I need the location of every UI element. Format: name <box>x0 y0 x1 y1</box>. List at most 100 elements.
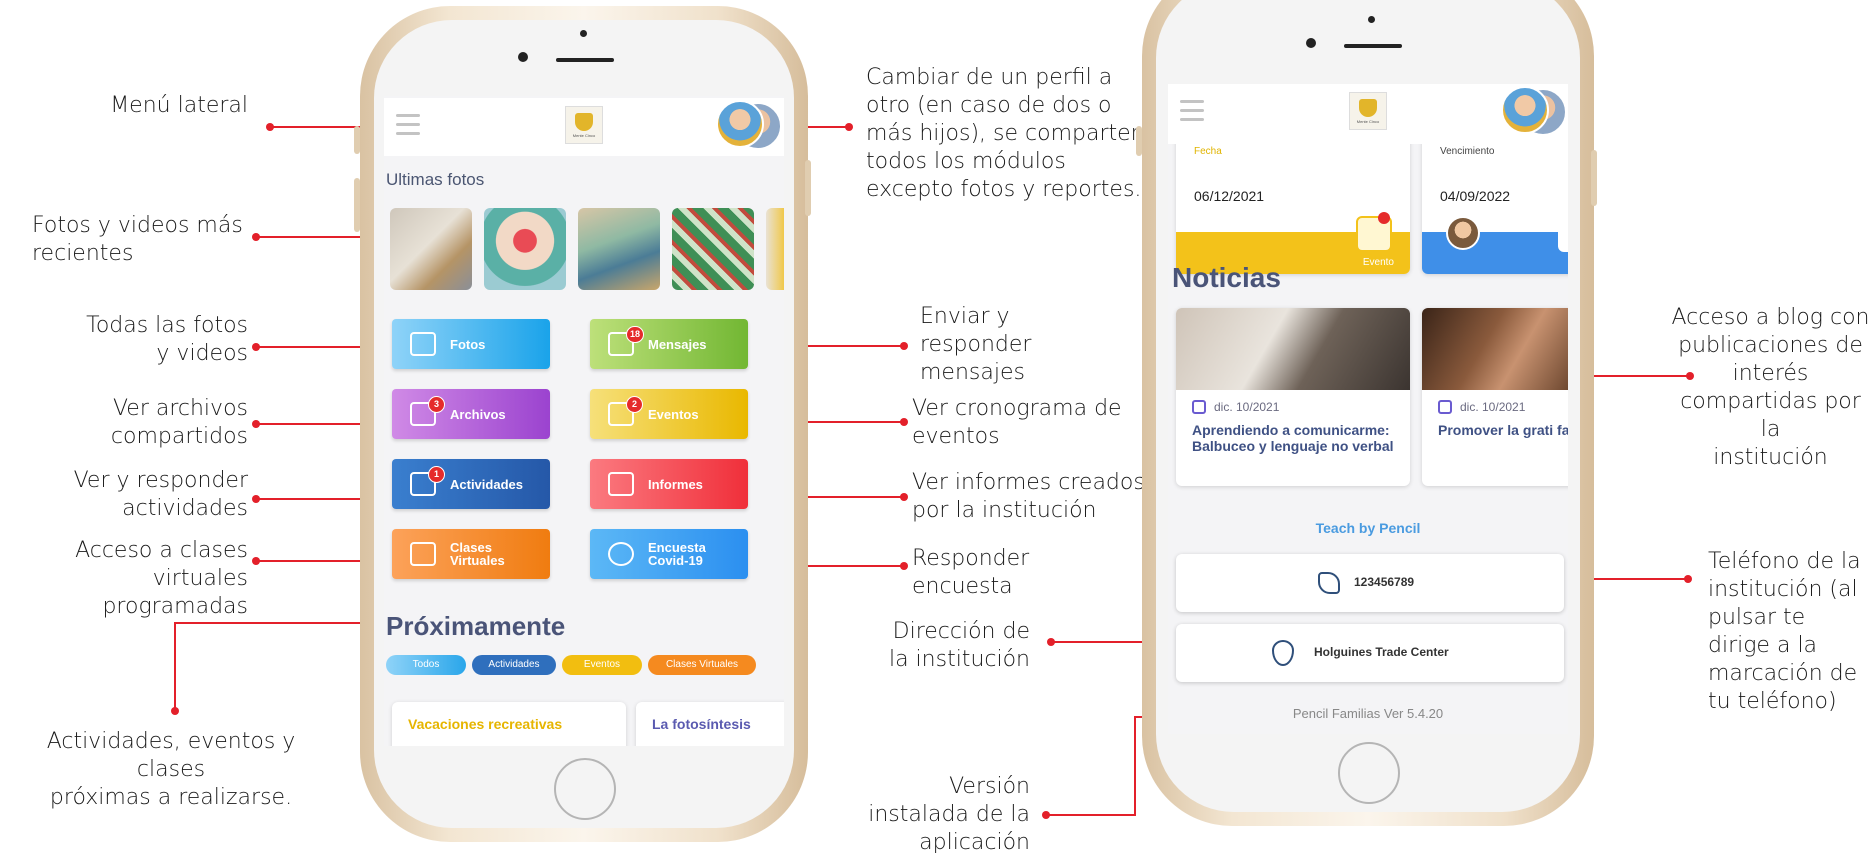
power-key <box>805 160 811 216</box>
home-button[interactable] <box>554 758 616 820</box>
school-logo: Mente Cinco <box>565 106 603 144</box>
mute-switch <box>1136 126 1142 156</box>
report-icon <box>608 472 634 496</box>
event-card[interactable]: Vencimiento 04/09/2022 <box>1422 124 1568 274</box>
profile-switcher-avatar[interactable] <box>1501 86 1567 136</box>
annotation-dot <box>900 562 908 570</box>
annotation-actividades: Ver y responder actividades <box>73 468 248 521</box>
filter-actividades[interactable]: Actividades <box>472 655 556 675</box>
annotation-todas-fotos: Todas las fotos y videos <box>86 313 248 366</box>
photo-thumbnail[interactable] <box>766 208 784 290</box>
annotation-direccion: Dirección de la institución <box>888 619 1030 672</box>
news-card[interactable]: dic. 10/2021 Aprendiendo a comunicarme: … <box>1176 308 1410 486</box>
sensor <box>580 30 587 37</box>
annotation-line <box>256 498 376 500</box>
volume-key <box>354 178 360 232</box>
mensajes-tile[interactable]: 18 Mensajes <box>590 319 748 369</box>
image-icon <box>410 332 436 356</box>
profile-switcher-avatar[interactable] <box>716 100 782 150</box>
power-key <box>1591 150 1597 206</box>
ultimas-fotos-title: Ultimas fotos <box>386 170 485 189</box>
phone-button[interactable]: 123456789 <box>1176 554 1564 612</box>
encuesta-covid-tile[interactable]: Encuesta Covid-19 <box>590 529 748 579</box>
annotation-line <box>794 421 902 423</box>
mute-switch <box>354 126 360 154</box>
notification-dot <box>1378 212 1390 224</box>
noticias-title: Noticias <box>1172 262 1281 293</box>
annotation-archivos: Ver archivos compartidos <box>110 396 248 449</box>
annotation-encuesta: Responder encuesta <box>912 546 1030 599</box>
calendar-icon <box>1438 400 1452 414</box>
unread-badge: 3 <box>428 396 445 413</box>
annotation-fotos-recientes: Fotos y videos más recientes <box>32 213 243 266</box>
annotation-line <box>794 496 902 498</box>
calendar-icon <box>1192 400 1206 414</box>
screen-right: Fecha 06/12/2021 Evento Vencimiento 04/0… <box>1168 84 1568 734</box>
annotation-mensajes: Enviar y responder mensajes <box>920 304 1032 385</box>
annotation-line <box>256 346 376 348</box>
unread-badge: 18 <box>626 326 645 343</box>
annotation-dot <box>900 418 908 426</box>
front-camera <box>518 52 528 62</box>
address-button[interactable]: Holguines Trade Center <box>1176 624 1564 682</box>
photo-thumbnail[interactable] <box>578 208 660 290</box>
virus-icon <box>608 542 634 566</box>
screen-left: Mente Cinco Ultimas fotos Fotos 18 Mensa… <box>384 96 784 746</box>
phone-icon <box>1318 572 1340 594</box>
news-card[interactable]: dic. 10/2021 Promover la grati familia <box>1422 308 1568 486</box>
annotation-line <box>1578 578 1686 580</box>
annotation-line <box>174 622 176 710</box>
unread-badge: 2 <box>626 396 643 413</box>
annotation-line <box>794 565 902 567</box>
annotation-dot <box>900 493 908 501</box>
location-pin-icon <box>1272 640 1294 666</box>
photo-thumbnail[interactable] <box>390 208 472 290</box>
news-image <box>1422 308 1568 390</box>
video-camera-icon <box>410 542 436 566</box>
avatar <box>1446 216 1480 250</box>
filter-clases-virtuales[interactable]: Clases Virtuales <box>648 655 756 675</box>
school-logo: Mente Cinco <box>1349 92 1387 130</box>
annotation-version: Versión instalada de la aplicación <box>868 774 1030 853</box>
annotation-clases: Acceso a clases virtuales programadas <box>75 538 248 619</box>
annotation-informes: Ver informes creados por la institución <box>912 470 1145 523</box>
informes-tile[interactable]: Informes <box>590 459 748 509</box>
news-image <box>1176 308 1410 390</box>
event-card[interactable]: Fecha 06/12/2021 Evento <box>1176 124 1410 274</box>
archivos-tile[interactable]: 3 Archivos <box>392 389 550 439</box>
unread-badge: 1 <box>428 466 445 483</box>
app-bar: Mente Cinco <box>1168 84 1568 144</box>
annotation-dot <box>1686 372 1694 380</box>
annotation-eventos: Ver cronograma de eventos <box>912 396 1122 449</box>
photo-thumbnail[interactable] <box>484 208 566 290</box>
hamburger-menu-icon[interactable] <box>396 114 420 141</box>
proximamente-title: Próximamente <box>386 611 566 641</box>
annotation-line <box>174 622 376 624</box>
annotation-line <box>1046 814 1136 816</box>
home-button[interactable] <box>1338 742 1400 804</box>
photo-thumbnail[interactable] <box>672 208 754 290</box>
filter-todos[interactable]: Todos <box>386 655 466 675</box>
fotos-tile[interactable]: Fotos <box>392 319 550 369</box>
annotation-dot <box>1684 575 1692 583</box>
hamburger-menu-icon[interactable] <box>1180 100 1204 127</box>
upcoming-card[interactable]: Vacaciones recreativas <box>392 702 626 746</box>
actividades-tile[interactable]: 1 Actividades <box>392 459 550 509</box>
annotation-proximas: Actividades, eventos y clases próximas a… <box>46 729 296 810</box>
annotation-menu-lateral: Menú lateral <box>110 93 248 118</box>
sensor <box>1368 16 1375 23</box>
annotation-line <box>1134 716 1136 816</box>
annotation-blog: Acceso a blog con publicaciones de inter… <box>1671 305 1870 470</box>
front-camera <box>1306 38 1316 48</box>
annotation-line <box>794 345 902 347</box>
brand-label: Teach by Pencil <box>1315 520 1421 536</box>
eventos-tile[interactable]: 2 Eventos <box>590 389 748 439</box>
speaker <box>556 58 614 62</box>
clases-virtuales-tile[interactable]: Clases Virtuales <box>392 529 550 579</box>
annotation-dot <box>900 342 908 350</box>
upcoming-card[interactable]: La fotosíntesis <box>636 702 784 746</box>
filter-eventos[interactable]: Eventos <box>562 655 642 675</box>
clipboard-icon <box>1558 216 1568 252</box>
speaker <box>1344 44 1402 48</box>
annotation-telefono: Teléfono de la institución (al pulsar te… <box>1708 549 1861 714</box>
